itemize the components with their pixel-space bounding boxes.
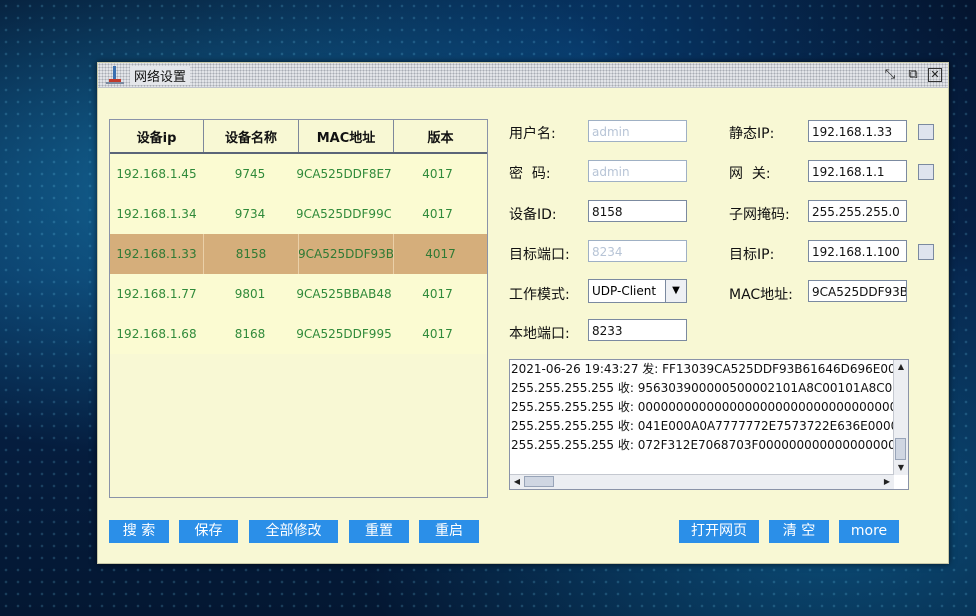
table-row[interactable]: 192.168.1.34 9734 9CA525DDF99C 4017 — [110, 194, 487, 234]
log-textarea[interactable]: 2021-06-26 19:43:27 发: FF13039CA525DDF93… — [509, 359, 909, 490]
gateway-field[interactable]: 192.168.1.1 — [808, 160, 907, 182]
cell-ip: 192.168.1.45 — [116, 167, 197, 181]
network-settings-window: 网络设置 ⤡ ⧉ ✕ 设备ip 设备名称 MAC地址 版本 192.168.1.… — [97, 62, 949, 564]
modify-all-button[interactable]: 全部修改 — [249, 520, 338, 543]
device-id-label: 设备ID: — [509, 207, 557, 223]
cell-version: 4017 — [422, 167, 453, 181]
password-field[interactable]: admin — [588, 160, 687, 182]
table-row[interactable]: 192.168.1.68 8168 9CA525DDF995 4017 — [110, 314, 487, 354]
search-button[interactable]: 搜 索 — [109, 520, 169, 543]
header-version[interactable]: 版本 — [394, 120, 487, 152]
cell-mac: 9CA525DDF93B — [299, 234, 394, 274]
target-ip-checkbox[interactable] — [918, 244, 934, 260]
log-lines: 2021-06-26 19:43:27 发: FF13039CA525DDF93… — [510, 360, 894, 475]
minimize-icon[interactable]: ⤡ — [882, 67, 898, 83]
cell-ip: 192.168.1.33 — [110, 234, 204, 274]
cell-name: 8168 — [234, 327, 266, 341]
table-row[interactable]: 192.168.1.45 9745 9CA525DDF8E7 4017 — [110, 154, 487, 194]
cell-name: 9801 — [234, 287, 266, 301]
work-mode-select[interactable]: UDP-Client ▼ — [588, 279, 687, 303]
table-header: 设备ip 设备名称 MAC地址 版本 — [110, 120, 487, 154]
static-ip-checkbox[interactable] — [918, 124, 934, 140]
cell-ip: 192.168.1.77 — [116, 287, 197, 301]
device-id-field[interactable]: 8158 — [588, 200, 687, 222]
static-ip-field[interactable]: 192.168.1.33 — [808, 120, 907, 142]
mac-address-field[interactable]: 9CA525DDF93B — [808, 280, 907, 302]
local-port-field[interactable]: 8233 — [588, 319, 687, 341]
cell-version: 4017 — [422, 207, 453, 221]
header-device-ip[interactable]: 设备ip — [110, 120, 204, 152]
target-ip-field[interactable]: 192.168.1.100 — [808, 240, 907, 262]
target-port-label: 目标端口: — [509, 247, 570, 263]
target-port-field[interactable]: 8234 — [588, 240, 687, 262]
log-line: 255.255.255.255 收: 000000000000000000000… — [511, 400, 894, 414]
clear-button[interactable]: 清 空 — [769, 520, 829, 543]
cell-name: 8158 — [204, 234, 299, 274]
cell-name: 9734 — [234, 207, 266, 221]
scroll-right-icon[interactable]: ▶ — [881, 476, 893, 488]
app-logo-icon — [106, 66, 124, 84]
more-button[interactable]: more — [839, 520, 899, 543]
horizontal-scrollbar[interactable]: ◀ ▶ — [510, 474, 894, 489]
cell-name: 9745 — [234, 167, 266, 181]
cell-ip: 192.168.1.68 — [116, 327, 197, 341]
gateway-label: 网 关: — [729, 166, 771, 182]
work-mode-value: UDP-Client — [592, 284, 657, 298]
vertical-scrollbar[interactable]: ▲ ▼ — [893, 360, 908, 475]
subnet-mask-field[interactable]: 255.255.255.0 — [808, 200, 907, 222]
open-webpage-button[interactable]: 打开网页 — [679, 520, 759, 543]
restart-button[interactable]: 重启 — [419, 520, 479, 543]
scroll-down-icon[interactable]: ▼ — [895, 462, 907, 474]
cell-mac: 9CA525BBAB48 — [297, 287, 391, 301]
subnet-mask-label: 子网掩码: — [729, 207, 790, 223]
header-mac-address[interactable]: MAC地址 — [299, 120, 394, 152]
gateway-checkbox[interactable] — [918, 164, 934, 180]
vertical-scroll-thumb[interactable] — [895, 438, 906, 460]
work-mode-label: 工作模式: — [509, 287, 570, 303]
table-row[interactable]: 192.168.1.77 9801 9CA525BBAB48 4017 — [110, 274, 487, 314]
log-line: 2021-06-26 19:43:27 发: FF13039CA525DDF93… — [511, 362, 894, 376]
cell-version: 4017 — [425, 247, 456, 261]
header-device-name[interactable]: 设备名称 — [204, 120, 299, 152]
cell-mac: 9CA525DDF995 — [297, 327, 391, 341]
table-row-selected[interactable]: 192.168.1.33 8158 9CA525DDF93B 4017 — [110, 234, 487, 274]
maximize-icon[interactable]: ⧉ — [905, 67, 921, 83]
log-line: 255.255.255.255 收: 956303900000500002101… — [511, 381, 894, 395]
scroll-up-icon[interactable]: ▲ — [895, 361, 907, 373]
cell-version: 4017 — [422, 327, 453, 341]
log-line: 255.255.255.255 收: 072F312E7068703F00000… — [511, 438, 894, 452]
scroll-left-icon[interactable]: ◀ — [511, 476, 523, 488]
cell-version: 4017 — [422, 287, 453, 301]
close-icon[interactable]: ✕ — [928, 68, 942, 82]
local-port-label: 本地端口: — [509, 326, 570, 342]
password-label: 密 码: — [509, 166, 551, 182]
mac-address-label: MAC地址: — [729, 287, 793, 303]
horizontal-scroll-thumb[interactable] — [524, 476, 554, 487]
log-line: 255.255.255.255 收: 041E000A0A7777772E757… — [511, 419, 894, 433]
save-button[interactable]: 保存 — [179, 520, 238, 543]
username-field[interactable]: admin — [588, 120, 687, 142]
title-bar[interactable]: 网络设置 ⤡ ⧉ ✕ — [98, 63, 948, 88]
target-ip-label: 目标IP: — [729, 247, 775, 263]
cell-ip: 192.168.1.34 — [116, 207, 197, 221]
reset-button[interactable]: 重置 — [349, 520, 409, 543]
cell-mac: 9CA525DDF8E7 — [297, 167, 391, 181]
window-title: 网络设置 — [130, 66, 191, 85]
static-ip-label: 静态IP: — [729, 126, 775, 142]
username-label: 用户名: — [509, 126, 556, 142]
cell-mac: 9CA525DDF99C — [297, 207, 391, 221]
chevron-down-icon[interactable]: ▼ — [665, 280, 686, 302]
device-table: 设备ip 设备名称 MAC地址 版本 192.168.1.45 9745 9CA… — [109, 119, 488, 498]
